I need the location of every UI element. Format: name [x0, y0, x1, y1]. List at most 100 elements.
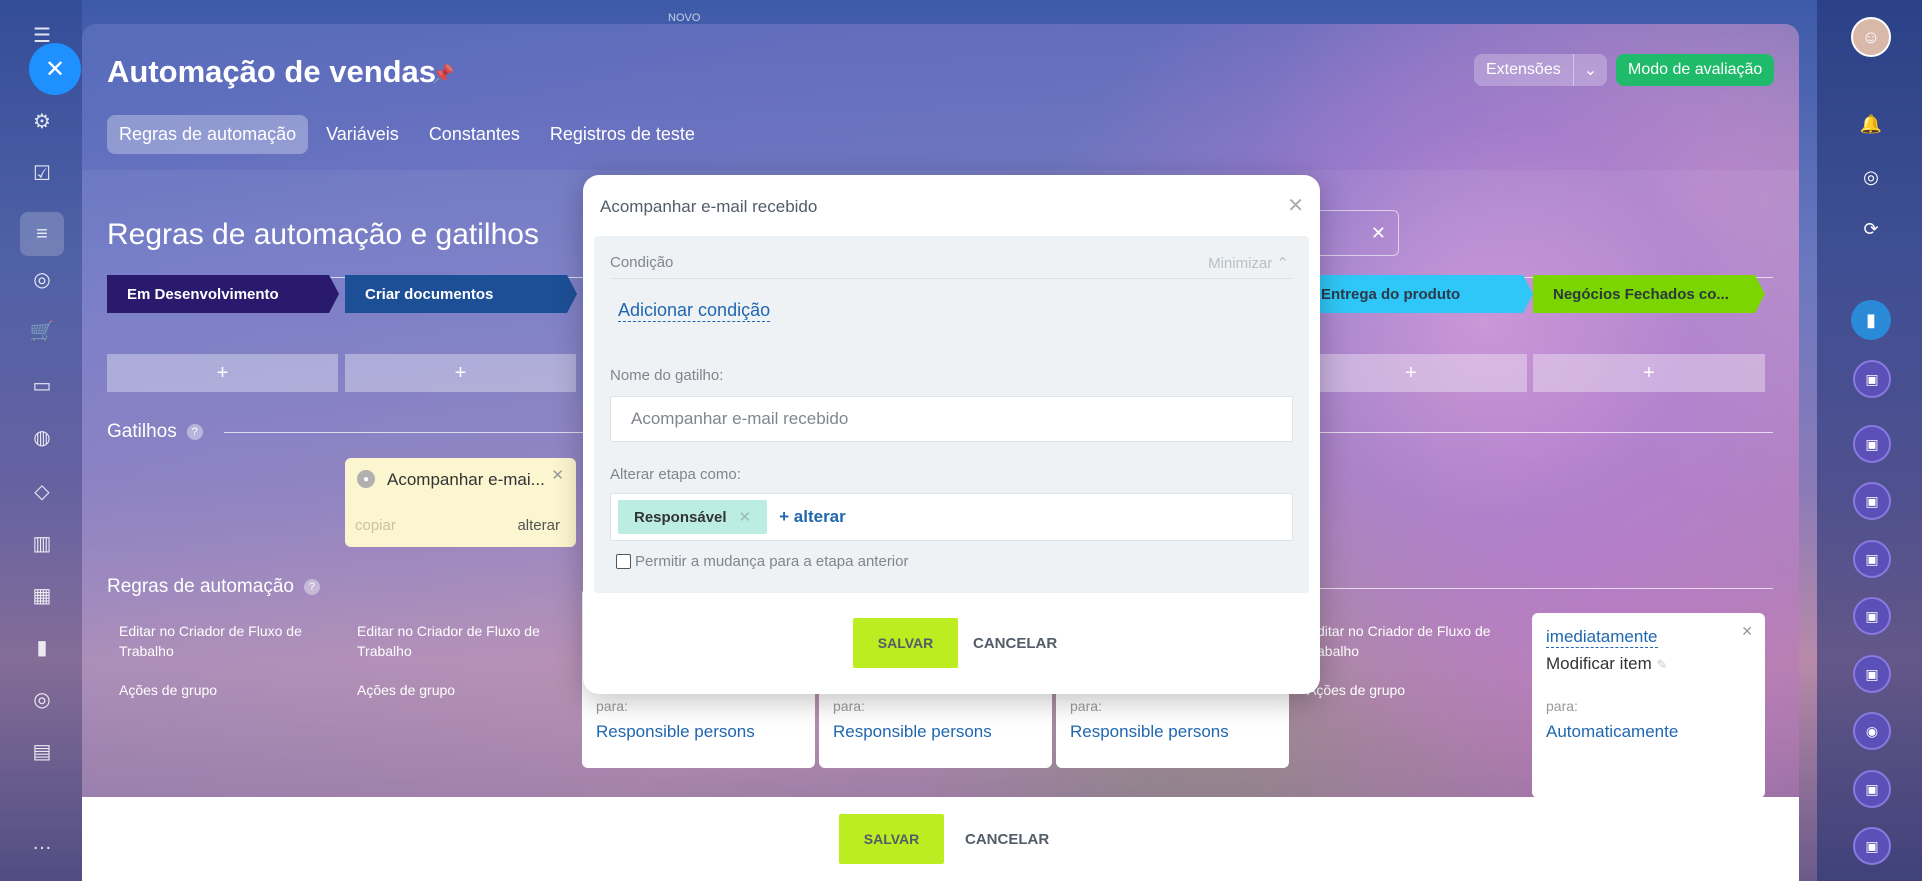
- add-trigger-button[interactable]: +: [345, 354, 576, 392]
- stage-negocios-fechados[interactable]: Negócios Fechados co...: [1533, 275, 1765, 313]
- pin-icon[interactable]: 📌: [432, 64, 454, 85]
- tab-test-logs[interactable]: Registros de teste: [538, 115, 707, 154]
- tab-constants[interactable]: Constantes: [417, 115, 532, 154]
- contact-icon[interactable]: ▣: [1853, 827, 1891, 865]
- add-condition-link[interactable]: Adicionar condição: [618, 300, 771, 322]
- bell-icon[interactable]: 🔔: [1851, 104, 1891, 144]
- action-label: Modificar item ✎: [1546, 654, 1668, 673]
- cancel-button[interactable]: CANCELAR: [965, 814, 1049, 864]
- add-trigger-button[interactable]: +: [1295, 354, 1527, 392]
- crm-icon[interactable]: ≡: [20, 212, 64, 256]
- close-button[interactable]: ✕: [29, 43, 81, 95]
- allow-previous-label: Permitir a mudança para a etapa anterior: [635, 553, 909, 570]
- triggers-heading: Gatilhos?: [107, 421, 203, 443]
- minimize-toggle[interactable]: Minimizar ⌃: [1208, 254, 1289, 272]
- stage-criar-documentos[interactable]: Criar documentos: [345, 275, 577, 313]
- contact-icon[interactable]: ▣: [1853, 482, 1891, 520]
- trigger-label: Acompanhar e-mai...: [387, 470, 545, 489]
- group-actions-link[interactable]: Ações de grupo: [1307, 681, 1405, 701]
- responsible-link[interactable]: Responsible persons: [833, 722, 992, 742]
- responsible-tag[interactable]: Responsável ✕: [618, 500, 768, 534]
- trigger-copy-link[interactable]: copiar: [355, 517, 396, 534]
- stage-entrega-produto[interactable]: Entrega do produto: [1301, 275, 1533, 313]
- rule-card[interactable]: imediatamente ✕ Modificar item ✎ para: A…: [1532, 613, 1765, 798]
- for-label: para:: [1070, 698, 1102, 714]
- triggers-title: Gatilhos: [107, 421, 177, 442]
- add-trigger-button[interactable]: +: [107, 354, 338, 392]
- modal-title: Acompanhar e-mail recebido: [600, 197, 818, 216]
- pencil-icon: ✎: [1656, 657, 1668, 672]
- responsible-link[interactable]: Responsible persons: [1070, 722, 1229, 742]
- contact-icon[interactable]: ▣: [1853, 540, 1891, 578]
- add-trigger-button[interactable]: +: [1533, 354, 1765, 392]
- triggers-divider: [224, 432, 584, 433]
- save-button[interactable]: SALVAR: [839, 814, 944, 864]
- close-icon[interactable]: ✕: [1371, 223, 1386, 244]
- card-icon[interactable]: ▭: [29, 372, 55, 398]
- tab-automation-rules[interactable]: Regras de automação: [107, 115, 309, 154]
- change-stage-label: Alterar etapa como:: [610, 466, 741, 483]
- close-icon[interactable]: ✕: [739, 508, 752, 526]
- timing-link[interactable]: imediatamente: [1546, 627, 1658, 648]
- box-icon[interactable]: ◇: [29, 478, 55, 504]
- contact-icon[interactable]: ▣: [1853, 655, 1891, 693]
- rules-title: Regras de automação: [107, 576, 294, 597]
- trigger-change-link[interactable]: alterar: [517, 517, 560, 534]
- change-stage-field[interactable]: Responsável ✕ + alterar: [610, 493, 1293, 541]
- chart-icon[interactable]: ▮: [29, 634, 55, 660]
- edit-workflow-link[interactable]: Editar no Criador de Fluxo de Trabalho: [357, 622, 557, 661]
- divider: [610, 278, 1293, 279]
- bookmark-icon[interactable]: ▮: [1851, 300, 1891, 340]
- trigger-card[interactable]: ● Acompanhar e-mai... ✕ copiar alterar: [345, 458, 576, 547]
- more-icon[interactable]: …: [29, 830, 55, 856]
- modal-cancel-button[interactable]: CANCELAR: [973, 618, 1057, 668]
- extensions-button[interactable]: Extensões ⌄: [1474, 54, 1608, 86]
- close-icon[interactable]: ✕: [1287, 193, 1304, 218]
- evaluation-mode-button[interactable]: Modo de avaliação: [1616, 54, 1775, 86]
- building-icon[interactable]: ▥: [29, 530, 55, 556]
- target-icon[interactable]: ◎: [1851, 157, 1891, 197]
- close-icon[interactable]: ✕: [551, 466, 564, 484]
- contact-icon[interactable]: ▣: [1853, 360, 1891, 398]
- robot-icon[interactable]: ◍: [29, 424, 55, 450]
- condition-label: Condição: [610, 254, 674, 271]
- trigger-modal: Acompanhar e-mail recebido ✕ Condição Mi…: [583, 175, 1320, 694]
- lock-icon: ●: [357, 470, 375, 488]
- doc-icon[interactable]: ▤: [29, 738, 55, 764]
- cart-icon[interactable]: 🛒: [29, 318, 55, 344]
- right-sidebar: ☺ 🔔 ◎ ⟳ ▮ ▣ ▣ ▣ ▣ ▣ ▣ ◉ ▣ ▣: [1817, 0, 1922, 881]
- stage-em-desenvolvimento[interactable]: Em Desenvolvimento: [107, 275, 339, 313]
- tabs: Regras de automação Variáveis Constantes…: [107, 115, 707, 154]
- for-label: para:: [1546, 698, 1578, 714]
- target-link[interactable]: Automaticamente: [1546, 722, 1678, 742]
- trigger-name-input[interactable]: Acompanhar e-mail recebido: [610, 396, 1293, 442]
- tasks-icon[interactable]: ☑: [29, 160, 55, 186]
- circle-icon[interactable]: ◎: [29, 686, 55, 712]
- target-icon[interactable]: ◎: [29, 266, 55, 292]
- change-link[interactable]: + alterar: [779, 507, 846, 527]
- contact-icon[interactable]: ▣: [1853, 770, 1891, 808]
- avatar[interactable]: ☺: [1851, 17, 1891, 57]
- triggers-divider: [1318, 432, 1773, 433]
- edit-workflow-link-partial[interactable]: ditar no Criador de Fluxo de abalho: [1317, 622, 1497, 661]
- group-actions-link[interactable]: Ações de grupo: [357, 681, 455, 701]
- flow-icon[interactable]: ⚙: [29, 108, 55, 134]
- contact-icon[interactable]: ▣: [1853, 425, 1891, 463]
- close-icon[interactable]: ✕: [1741, 623, 1753, 640]
- allow-previous-stage[interactable]: Permitir a mudança para a etapa anterior: [616, 553, 908, 570]
- help-icon[interactable]: ?: [303, 578, 320, 595]
- for-label: para:: [833, 698, 865, 714]
- contact-icon[interactable]: ◉: [1853, 712, 1891, 750]
- contact-icon[interactable]: ▣: [1853, 597, 1891, 635]
- modal-save-button[interactable]: SALVAR: [853, 618, 958, 668]
- responsible-link[interactable]: Responsible persons: [596, 722, 755, 742]
- calendar-icon[interactable]: ▦: [29, 582, 55, 608]
- page-title: Automação de vendas: [107, 54, 437, 89]
- edit-workflow-link[interactable]: Editar no Criador de Fluxo de Trabalho: [119, 622, 319, 661]
- chevron-down-icon[interactable]: ⌄: [1572, 54, 1607, 86]
- group-actions-link[interactable]: Ações de grupo: [119, 681, 217, 701]
- tab-variables[interactable]: Variáveis: [314, 115, 411, 154]
- help-icon[interactable]: ?: [186, 423, 203, 440]
- checkbox[interactable]: [616, 554, 631, 569]
- sync-icon[interactable]: ⟳: [1851, 209, 1891, 249]
